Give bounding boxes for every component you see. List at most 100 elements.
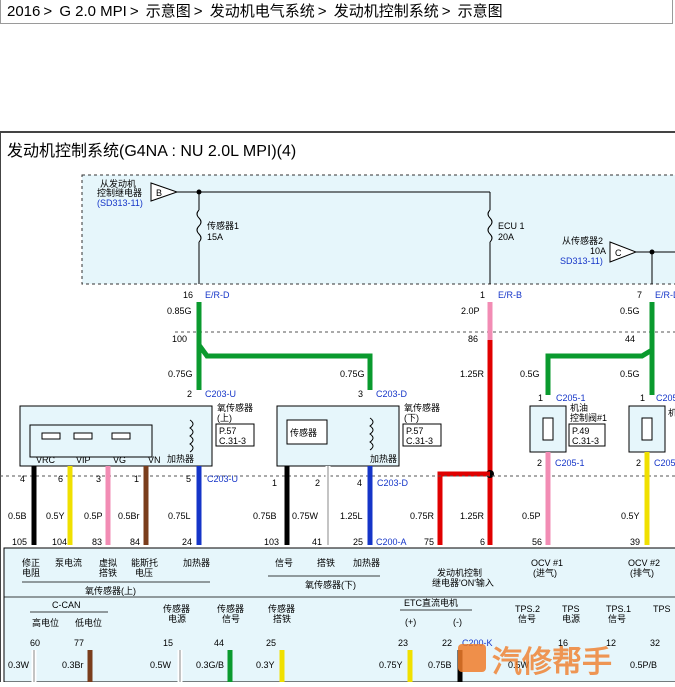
connector-label: C203-D bbox=[377, 478, 409, 488]
junction-label: 100 bbox=[172, 334, 187, 344]
wire-green bbox=[196, 343, 373, 390]
wire-spec: 0.3Br bbox=[62, 660, 84, 670]
connector-label: C203-D bbox=[376, 389, 408, 399]
wire-spec: 0.3G/B bbox=[196, 660, 224, 670]
pin-label: 1 bbox=[272, 478, 277, 488]
pin-label: 1 bbox=[480, 290, 485, 300]
wire-spec: 0.5Y bbox=[621, 511, 640, 521]
ecm-label: 搭铁 bbox=[99, 567, 117, 578]
pin-label: 2 bbox=[636, 458, 641, 468]
ecm-group-label: 氧传感器(下) bbox=[305, 579, 356, 590]
ecm-label: 修正 bbox=[22, 557, 40, 568]
wire-spec: 0.85G bbox=[167, 306, 192, 316]
wire-spec: 0.5G bbox=[620, 306, 640, 316]
pin-label: 2 bbox=[187, 389, 192, 399]
junction-label: 44 bbox=[625, 334, 635, 344]
ecm-pin: 84 bbox=[130, 537, 140, 547]
connector-label: C203-U bbox=[205, 389, 236, 399]
wire-spec: 0.75L bbox=[168, 511, 191, 521]
wire-spec: 0.5Br bbox=[118, 511, 140, 521]
pin-label: 1 bbox=[134, 474, 139, 484]
ecm-pin: 60 bbox=[30, 638, 40, 648]
ecm-pin: 41 bbox=[312, 537, 322, 547]
ecm-label: 搭铁 bbox=[317, 557, 335, 568]
wire-spec: 0.75G bbox=[168, 369, 193, 379]
ecm-label: TPS bbox=[562, 604, 580, 614]
pin-label: 5 bbox=[186, 474, 191, 484]
connector-label: C203-U bbox=[207, 474, 238, 484]
ecu-fuse-rating: 20A bbox=[498, 232, 514, 242]
wire-spec: 1.25L bbox=[340, 511, 363, 521]
pin-label: 4 bbox=[357, 478, 362, 488]
pin-label: 2 bbox=[537, 458, 542, 468]
pin-label: 16 bbox=[183, 290, 193, 300]
watermark-logo bbox=[458, 644, 486, 672]
connector-label: C205-1 bbox=[556, 393, 586, 403]
pin-label: 4 bbox=[20, 474, 25, 484]
fuse1-name: 传感器1 bbox=[207, 220, 239, 231]
page-ref: P.57 bbox=[219, 426, 236, 436]
junction-label: 86 bbox=[468, 334, 478, 344]
connector-label: C200-A bbox=[376, 537, 407, 547]
pin-name: VN bbox=[148, 455, 161, 465]
ecm-label: TPS.2 bbox=[515, 604, 540, 614]
ecm-pin: 77 bbox=[74, 638, 84, 648]
wire-spec: 0.5G bbox=[520, 369, 540, 379]
pin-label: 1 bbox=[640, 393, 645, 403]
sensor-sub: (下) bbox=[404, 413, 419, 423]
connector-label: C205 bbox=[656, 393, 675, 403]
sensor-sub: (上) bbox=[217, 413, 232, 423]
wire-spec: 0.3W bbox=[8, 660, 30, 670]
pin-label: 2 bbox=[315, 478, 320, 488]
ecm-label: 高电位 bbox=[32, 617, 59, 628]
ecm-group-label: 氧传感器(上) bbox=[85, 585, 136, 596]
ecm-pin: 44 bbox=[214, 638, 224, 648]
ecm-pin: 56 bbox=[532, 537, 542, 547]
wire-spec: 1.25R bbox=[460, 369, 485, 379]
ecm-pin: 75 bbox=[424, 537, 434, 547]
ecm-label: 信号 bbox=[275, 557, 293, 568]
relay-label: 控制继电器 bbox=[97, 187, 142, 198]
wire-spec: 0.5Y bbox=[46, 511, 65, 521]
relay-c-label: C bbox=[615, 248, 622, 258]
ecm-pin: 39 bbox=[630, 537, 640, 547]
connector-label: E/R-D bbox=[205, 290, 230, 300]
ocv-label: 控制阀#1 bbox=[570, 412, 607, 423]
ecm-label: 信号 bbox=[608, 613, 626, 624]
fuse2-rating: 10A bbox=[590, 246, 606, 256]
ecm-label: (+) bbox=[405, 617, 416, 627]
fuse1-rating: 15A bbox=[207, 232, 223, 242]
heater-label: 加热器 bbox=[167, 453, 194, 464]
wire-spec: 0.75R bbox=[410, 511, 435, 521]
relay-ref: (SD313-11) bbox=[97, 198, 143, 208]
ecm-label: TPS.1 bbox=[606, 604, 631, 614]
wiring-diagram: 从发动机 控制继电器 (SD313-11) B 传感器1 15A ECU 1 2… bbox=[0, 174, 675, 682]
ecm-label: 虚拟 bbox=[99, 557, 117, 568]
wire-spec: 0.5P bbox=[522, 511, 541, 521]
ocv-label: 机油 bbox=[570, 402, 588, 413]
sensor-label: 氧传感器 bbox=[217, 402, 253, 413]
ecm-label: 加热器 bbox=[353, 557, 380, 568]
ecm-pin: 24 bbox=[182, 537, 192, 547]
ecm-label: OCV #2 bbox=[628, 558, 660, 568]
ecm-pin: 103 bbox=[264, 537, 279, 547]
ecm-label: 泵电流 bbox=[55, 557, 82, 568]
pin-label: 7 bbox=[637, 290, 642, 300]
wire-red bbox=[437, 471, 490, 545]
sensor-element: 传感器 bbox=[290, 427, 317, 438]
pin-name: VIP bbox=[76, 455, 91, 465]
wire-spec: 0.5B bbox=[8, 511, 27, 521]
fuse2-name: 从传感器2 bbox=[562, 235, 603, 246]
wire-spec: 0.5G bbox=[620, 369, 640, 379]
ecm-label: 低电位 bbox=[75, 617, 102, 628]
ecm-label: (排气) bbox=[630, 567, 654, 578]
page-ref: P.57 bbox=[406, 426, 423, 436]
ecm-pin: 25 bbox=[353, 537, 363, 547]
ecm-label: OCV #1 bbox=[531, 558, 563, 568]
connector-label: C205-1 bbox=[555, 458, 585, 468]
ecm-pin: 6 bbox=[480, 537, 485, 547]
pin-label: 3 bbox=[96, 474, 101, 484]
ecm-label: 搭铁 bbox=[273, 613, 291, 624]
ecm-label: 传感器 bbox=[163, 603, 190, 614]
pin-label: 1 bbox=[538, 393, 543, 403]
